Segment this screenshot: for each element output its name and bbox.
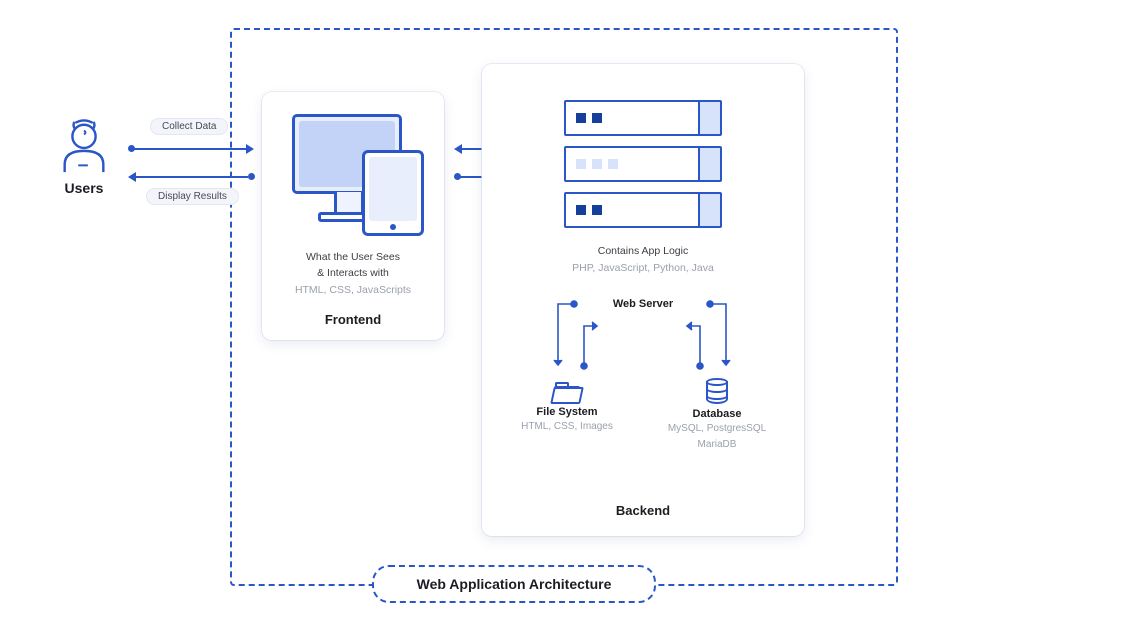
- database-tech-line1: MySQL, PostgresSQL: [652, 422, 782, 436]
- users-node: Users: [34, 118, 134, 196]
- backend-connectors: [542, 296, 742, 386]
- frontend-desc-line2: & Interacts with: [262, 266, 444, 282]
- frontend-title: Frontend: [262, 312, 444, 327]
- file-system-title: File System: [502, 406, 632, 418]
- folder-icon: [554, 382, 580, 402]
- link-users-frontend: Collect Data Display Results: [128, 140, 264, 190]
- database-icon: [706, 378, 728, 404]
- backend-tech: PHP, JavaScript, Python, Java: [482, 262, 804, 274]
- user-icon: [55, 118, 113, 176]
- database-tech-line2: MariaDB: [652, 438, 782, 452]
- backend-desc: Contains App Logic: [482, 244, 804, 260]
- diagram-canvas: Web Application Architecture Users Colle…: [0, 0, 1140, 639]
- diagram-title: Web Application Architecture: [372, 565, 656, 603]
- label-collect-data: Collect Data: [150, 118, 228, 135]
- users-label: Users: [34, 180, 134, 196]
- database-block: Database MySQL, PostgresSQL MariaDB: [652, 378, 782, 452]
- label-display-results: Display Results: [146, 188, 239, 205]
- file-system-tech: HTML, CSS, Images: [502, 420, 632, 434]
- database-title: Database: [652, 408, 782, 420]
- frontend-desc-line1: What the User Sees: [262, 250, 444, 266]
- file-system-block: File System HTML, CSS, Images: [502, 382, 632, 434]
- diagram-title-text: Web Application Architecture: [417, 576, 612, 592]
- servers-icon: [564, 100, 722, 238]
- frontend-card: What the User Sees & Interacts with HTML…: [262, 92, 444, 340]
- frontend-tech: HTML, CSS, JavaScripts: [262, 284, 444, 296]
- devices-icon: [292, 114, 422, 234]
- backend-title: Backend: [482, 503, 804, 518]
- backend-card: Contains App Logic PHP, JavaScript, Pyth…: [482, 64, 804, 536]
